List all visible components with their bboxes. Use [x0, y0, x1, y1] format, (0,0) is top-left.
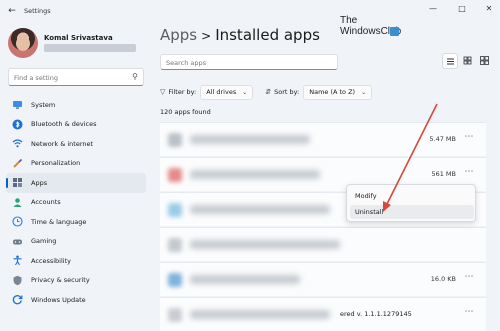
- annotation-arrow: [383, 103, 438, 212]
